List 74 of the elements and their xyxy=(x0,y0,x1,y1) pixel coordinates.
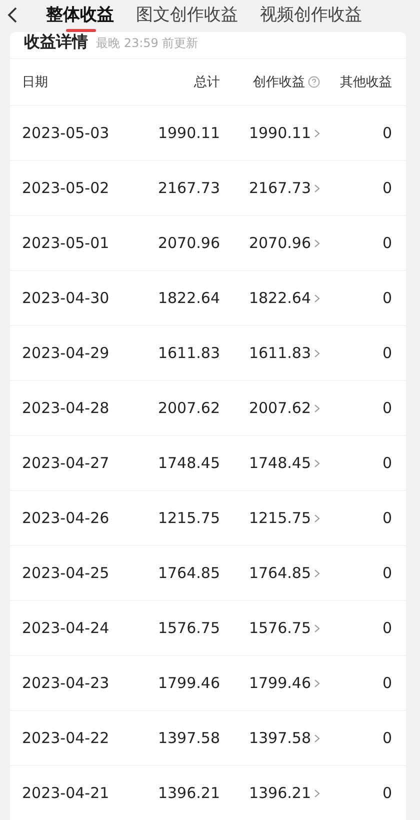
table-cell: 0 xyxy=(382,124,392,142)
chevron-icon[interactable] xyxy=(314,788,320,798)
chevron-icon[interactable] xyxy=(314,678,320,688)
table-cell: 1822.64 xyxy=(158,289,220,307)
table-cell[interactable]: 1748.45 xyxy=(248,454,311,472)
chevron-icon[interactable] xyxy=(314,294,320,302)
table-cell-text: 2023-04-26 xyxy=(22,509,110,527)
table-cell-text: 2023-04-25 xyxy=(22,564,110,582)
table-cell: 0 xyxy=(382,454,392,472)
table-cell: 1215.75 xyxy=(158,509,220,527)
table-cell: 0 xyxy=(382,344,392,362)
chevron-icon[interactable] xyxy=(314,514,320,522)
table-cell: 1748.45 xyxy=(158,454,220,472)
column-header: 总计 xyxy=(194,74,220,91)
table-cell: 1799.46 xyxy=(158,674,220,692)
card-title: 收益详情 xyxy=(24,32,88,53)
table-cell[interactable]: 2167.73 xyxy=(248,179,311,197)
chevron-icon[interactable] xyxy=(314,568,320,578)
table-cell: 2070.96 xyxy=(158,234,220,252)
table-cell: 0 xyxy=(382,399,392,417)
table-cell-text: 2023-04-22 xyxy=(22,729,110,747)
tab[interactable]: 图文创作收益 xyxy=(136,2,238,28)
table-cell: 2007.62 xyxy=(158,399,220,417)
table-cell: 0 xyxy=(382,179,392,197)
table-cell: 1990.11 xyxy=(158,124,220,142)
table-cell: 1576.75 xyxy=(158,619,220,637)
chevron-icon[interactable] xyxy=(314,734,320,742)
table-cell: 0 xyxy=(382,674,392,692)
table-cell: 0 xyxy=(382,234,392,252)
column-header: 创作收益 xyxy=(253,74,305,91)
table-cell-text: 2023-05-01 xyxy=(22,234,110,252)
table-cell: 1396.21 xyxy=(158,784,220,802)
tab[interactable]: 视频创作收益 xyxy=(260,2,362,28)
chevron-icon[interactable] xyxy=(314,348,320,358)
chevron-icon[interactable] xyxy=(314,128,320,138)
chevron-icon[interactable] xyxy=(314,458,320,468)
table-cell: 0 xyxy=(382,509,392,527)
chevron-icon[interactable] xyxy=(314,184,320,192)
table-cell-text: 2023-05-02 xyxy=(22,179,110,197)
table-cell[interactable]: 2070.96 xyxy=(248,234,311,252)
column-header: 日期 xyxy=(22,74,49,91)
table-cell-text: 2023-04-23 xyxy=(22,674,110,692)
table-cell-text: 2023-04-27 xyxy=(22,454,110,472)
table-cell[interactable]: 1611.83 xyxy=(248,344,311,362)
table-cell[interactable]: 1822.64 xyxy=(248,289,311,307)
table-cell[interactable]: 1397.58 xyxy=(248,729,311,747)
table-cell[interactable]: 2007.62 xyxy=(248,399,311,417)
table-cell-text: 2023-04-28 xyxy=(22,399,110,417)
table-cell[interactable]: 1990.11 xyxy=(248,124,311,142)
table-cell: 0 xyxy=(382,784,392,802)
table-cell-text: 2023-04-24 xyxy=(22,619,110,637)
table-cell: 1397.58 xyxy=(158,729,220,747)
table-cell: 1764.85 xyxy=(158,564,220,582)
table-cell-text: 2023-04-21 xyxy=(22,784,110,802)
table-cell-text: 2023-05-03 xyxy=(22,124,110,142)
table-cell-text: 2023-04-29 xyxy=(22,344,110,362)
table-cell: 0 xyxy=(382,729,392,747)
column-header: 其他收益 xyxy=(340,74,392,91)
table-cell[interactable]: 1396.21 xyxy=(248,784,311,802)
chevron-icon[interactable] xyxy=(314,624,320,632)
help-icon[interactable] xyxy=(308,76,320,88)
chevron-icon[interactable] xyxy=(314,238,320,248)
table-cell: 0 xyxy=(382,289,392,307)
table-cell: 0 xyxy=(382,619,392,637)
table-cell[interactable]: 1764.85 xyxy=(248,564,311,582)
table-cell[interactable]: 1215.75 xyxy=(248,509,311,527)
update-note: 最晚 23:59 前更新 xyxy=(96,35,198,52)
table-cell: 2167.73 xyxy=(158,179,220,197)
chevron-icon[interactable] xyxy=(314,404,320,412)
table-cell: 0 xyxy=(382,564,392,582)
table-cell: 1611.83 xyxy=(158,344,220,362)
table-cell-text: 2023-04-30 xyxy=(22,289,110,307)
table-cell[interactable]: 1576.75 xyxy=(248,619,311,637)
table-cell[interactable]: 1799.46 xyxy=(248,674,311,692)
